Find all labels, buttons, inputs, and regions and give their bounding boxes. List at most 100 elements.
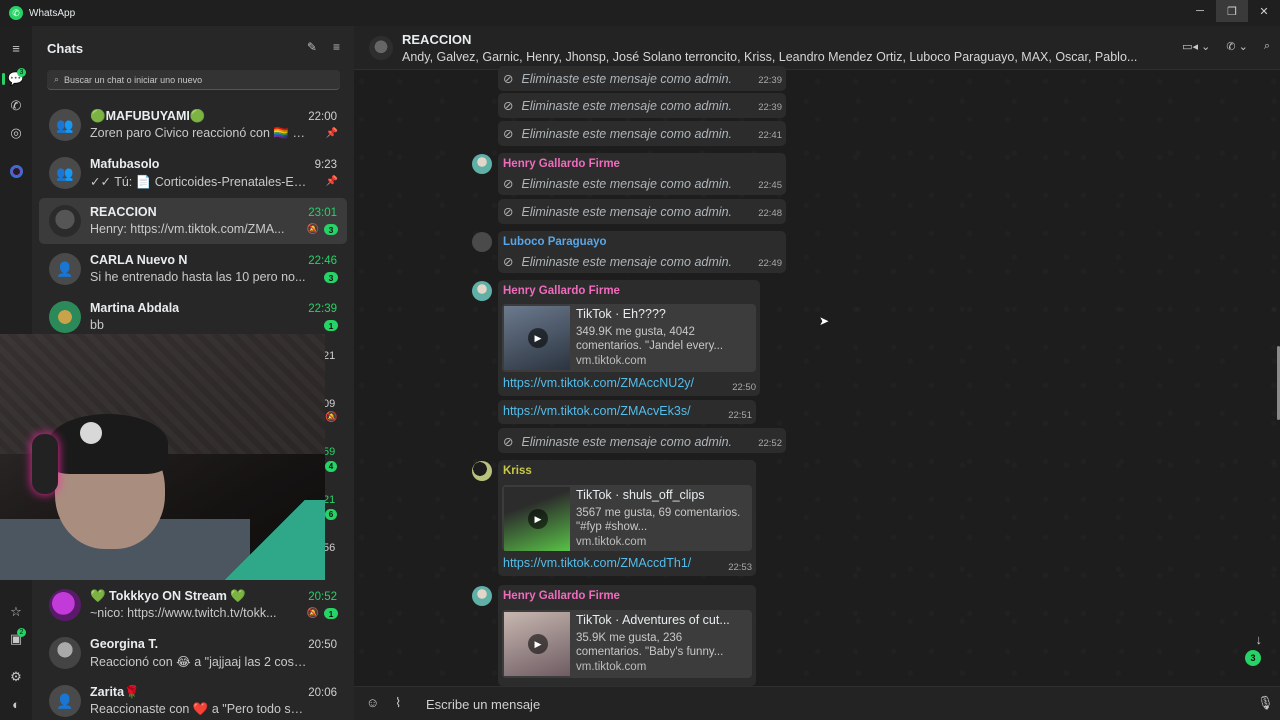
unread-count-badge: 6 [325, 509, 337, 520]
sender-name[interactable]: Luboco Paraguayo [503, 236, 607, 248]
message-bubble[interactable]: Henry Gallardo Firme ⊘ Eliminaste este me… [498, 153, 786, 195]
group-avatar[interactable] [369, 36, 393, 60]
search-input[interactable] [64, 74, 325, 85]
chat-time: 22:39 [308, 303, 337, 315]
message-bubble[interactable]: ⊘ Eliminaste este mensaje como admin. 22:… [498, 66, 786, 91]
video-call-icon[interactable]: ▭◂ ⌄ [1182, 40, 1210, 53]
group-members: Andy, Galvez, Garnic, Henry, Jhonsp, Jos… [402, 50, 1138, 64]
chat-item-carla[interactable]: 👤 CARLA Nuevo N Si he entrenado hasta la… [39, 246, 347, 292]
message-bubble[interactable]: https://vm.tiktok.com/ZMAcvEk3s/ 22:51 [498, 400, 756, 424]
message-bubble[interactable]: ⊘ Eliminaste este mensaje como admin. 22:… [498, 93, 786, 118]
chat-item-mafubasolo[interactable]: 👥 Mafubasolo ✓✓ Tú: 📄 Corticoides-Prenat… [39, 150, 347, 196]
chat-preview: Reaccionaste con ❤️ a "Pero todo sali... [90, 702, 308, 716]
window-controls: ─ ❐ ✕ [1184, 0, 1280, 26]
mouse-cursor-icon: ➤ [819, 314, 830, 328]
avatar[interactable] [472, 281, 492, 301]
message-bubble[interactable]: ⊘ Eliminaste este mensaje como admin. 22:… [498, 121, 786, 146]
status-icon[interactable]: ◎ [0, 121, 32, 145]
preview-title: TikTok · shuls_off_clips [576, 488, 705, 502]
message-time: 22:51 [728, 410, 752, 421]
link-preview-card[interactable]: ▶ TikTok · shuls_off_clips 3567 me gusta… [502, 485, 752, 551]
chat-item-reaccion[interactable]: REACCION Henry: https://vm.tiktok.com/ZM… [39, 198, 347, 244]
chat-time: 9:23 [314, 159, 337, 171]
chat-time: 22:46 [308, 255, 337, 267]
app-title: WhatsApp [29, 7, 76, 19]
sender-name[interactable]: Kriss [503, 465, 532, 477]
compose-bar: ☺ ⌇ 🎙 [354, 686, 1280, 720]
message-link[interactable]: https://vm.tiktok.com/ZMAcvEk3s/ [503, 404, 691, 418]
chat-preview: ✓✓ Tú: 📄 Corticoides-Prenatales-Eje-... [90, 175, 308, 189]
message-bubble[interactable]: ⊘ Eliminaste este mensaje como admin. 22:… [498, 428, 786, 453]
chat-item-zarita[interactable]: 👤 Zarita🌹 Reaccionaste con ❤️ a "Pero to… [39, 678, 347, 720]
voice-call-icon[interactable]: ✆ ⌄ [1226, 40, 1248, 53]
message-link[interactable]: https://vm.tiktok.com/ZMAccdTh1/ [503, 556, 691, 570]
profile-icon[interactable]: ◐ [0, 692, 32, 716]
chat-item-mafubuyami[interactable]: 👥 🟢MAFUBUYAMI🟢 Zoren paro Civico reaccio… [39, 102, 347, 148]
deleted-message: ⊘ Eliminaste este mensaje como admin. [503, 72, 732, 86]
message-time: 22:53 [728, 562, 752, 573]
preview-title: TikTok · Eh???? [576, 307, 666, 321]
conversation-panel: REACCION Andy, Galvez, Garnic, Henry, Jh… [354, 26, 1280, 720]
message-bubble[interactable]: Henry Gallardo Firme ▶ TikTok · Eh???? 3… [498, 280, 760, 396]
message-time: 22:45 [758, 180, 782, 191]
deleted-message: ⊘ Eliminaste este mensaje como admin. [503, 177, 732, 191]
chat-name: REACCION [90, 205, 157, 219]
person-avatar-icon: 👤 [49, 253, 81, 285]
blocked-icon: ⊘ [503, 99, 514, 113]
avatar [49, 205, 81, 237]
chats-icon[interactable]: 💬 3 [0, 67, 32, 91]
play-icon: ▶ [528, 328, 548, 348]
minimize-button[interactable]: ─ [1184, 0, 1216, 22]
message-input[interactable] [426, 694, 1226, 714]
search-icon[interactable]: ⌕ [1264, 40, 1270, 53]
message-bubble[interactable]: ⊘ Eliminaste este mensaje como admin. 22:… [498, 199, 786, 224]
emoji-icon[interactable]: ☺ [366, 695, 379, 710]
search-bar[interactable]: ⌕ [47, 70, 340, 90]
chat-item-georgina[interactable]: Georgina T. Reaccionó con 😂 a "jajjaaj l… [39, 630, 347, 676]
new-chat-icon[interactable]: ✎ [307, 40, 317, 54]
close-window-button[interactable]: ✕ [1248, 0, 1280, 22]
sender-name[interactable]: Henry Gallardo Firme [503, 158, 620, 170]
message-bubble[interactable]: Kriss ▶ TikTok · shuls_off_clips 3567 me… [498, 460, 756, 576]
avatar[interactable] [472, 461, 492, 481]
muted-icon: 🔕 [306, 608, 319, 619]
preview-domain: vm.tiktok.com [576, 536, 647, 548]
person-avatar-icon[interactable] [472, 232, 492, 252]
chat-name: Georgina T. [90, 637, 159, 651]
chat-time: 20:50 [308, 639, 337, 651]
preview-title: TikTok · Adventures of cut... [576, 613, 730, 627]
blocked-icon: ⊘ [503, 72, 514, 86]
link-preview-card[interactable]: ▶ TikTok · Adventures of cut... 35.9K me… [502, 610, 752, 678]
chat-item-tokkkyo[interactable]: 💚 Tokkkyo ON Stream 💚 ~nico: https://www… [39, 582, 347, 628]
chat-preview: Zoren paro Civico reaccionó con 🏳️‍🌈 a .… [90, 126, 308, 140]
chat-name: Mafubasolo [90, 157, 160, 171]
unread-count-badge: 3 [324, 224, 338, 235]
unread-count-badge: 4 [325, 461, 337, 472]
unread-scroll-badge: 3 [1245, 650, 1261, 666]
filter-icon[interactable]: ≡ [333, 40, 340, 54]
avatar [49, 637, 81, 669]
sender-name[interactable]: Henry Gallardo Firme [503, 285, 620, 297]
deleted-message: ⊘ Eliminaste este mensaje como admin. [503, 205, 732, 219]
archived-icon[interactable]: ▣ 2 [0, 627, 32, 651]
menu-icon[interactable]: ≡ [0, 36, 32, 60]
attach-icon[interactable]: ⌇ [395, 695, 401, 711]
avatar[interactable] [472, 154, 492, 174]
starred-icon[interactable]: ☆ [0, 600, 32, 624]
message-link[interactable]: https://vm.tiktok.com/ZMAccNU2y/ [503, 376, 694, 390]
chat-background [354, 70, 1280, 686]
calls-icon[interactable]: ✆ [0, 94, 32, 118]
sender-name[interactable]: Henry Gallardo Firme [503, 590, 620, 602]
message-bubble[interactable]: Luboco Paraguayo ⊘ Eliminaste este mensaj… [498, 231, 786, 273]
settings-icon[interactable]: ⚙ [0, 665, 32, 689]
link-preview-card[interactable]: ▶ TikTok · Eh???? 349.9K me gusta, 4042 … [502, 304, 756, 372]
meta-ai-icon[interactable] [0, 159, 32, 183]
avatar[interactable] [472, 586, 492, 606]
restore-button[interactable]: ❐ [1216, 0, 1248, 22]
preview-domain: vm.tiktok.com [576, 661, 647, 673]
deleted-message: ⊘ Eliminaste este mensaje como admin. [503, 127, 732, 141]
scroll-down-icon[interactable]: ↓ [1256, 632, 1263, 647]
microphone-icon[interactable]: 🎙 [1257, 695, 1274, 711]
conversation-header[interactable]: REACCION Andy, Galvez, Garnic, Henry, Jh… [354, 26, 1280, 70]
message-bubble[interactable]: Henry Gallardo Firme ▶ TikTok · Adventur… [498, 585, 756, 686]
